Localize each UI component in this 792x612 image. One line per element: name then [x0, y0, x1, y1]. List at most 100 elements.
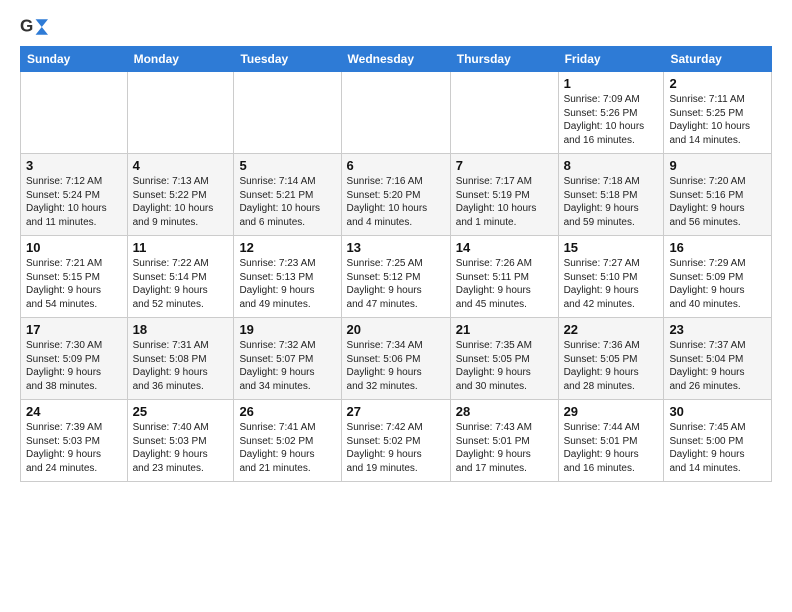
page-container: G SundayMondayTuesdayWednesdayThursdayFr…	[0, 0, 792, 492]
calendar-body: 1Sunrise: 7:09 AM Sunset: 5:26 PM Daylig…	[21, 72, 772, 482]
weekday-header-thursday: Thursday	[450, 47, 558, 72]
day-info: Sunrise: 7:31 AM Sunset: 5:08 PM Dayligh…	[133, 339, 229, 393]
calendar-header: SundayMondayTuesdayWednesdayThursdayFrid…	[21, 47, 772, 72]
day-info: Sunrise: 7:16 AM Sunset: 5:20 PM Dayligh…	[347, 175, 445, 229]
calendar-cell: 3 Sunrise: 7:12 AM Sunset: 5:24 PM Daylig…	[21, 154, 128, 236]
day-info: Sunrise: 7:42 AM Sunset: 5:02 PM Dayligh…	[347, 421, 445, 475]
day-number: 2	[669, 76, 766, 91]
calendar-cell: 19 Sunrise: 7:32 AM Sunset: 5:07 PM Dayli…	[234, 318, 341, 400]
calendar-week-4: 17 Sunrise: 7:30 AM Sunset: 5:09 PM Dayli…	[21, 318, 772, 400]
calendar-cell: 6Sunrise: 7:16 AM Sunset: 5:20 PM Daylig…	[341, 154, 450, 236]
day-info: Sunrise: 7:41 AM Sunset: 5:02 PM Dayligh…	[239, 421, 335, 475]
day-number: 14	[456, 240, 553, 255]
logo-icon: G	[20, 16, 48, 38]
day-info: Sunrise: 7:23 AM Sunset: 5:13 PM Dayligh…	[239, 257, 335, 311]
calendar-cell: 23 Sunrise: 7:37 AM Sunset: 5:04 PM Dayli…	[664, 318, 772, 400]
day-info: Sunrise: 7:37 AM Sunset: 5:04 PM Dayligh…	[669, 339, 766, 393]
day-info: Sunrise: 7:30 AM Sunset: 5:09 PM Dayligh…	[26, 339, 122, 393]
calendar-cell: 29 Sunrise: 7:44 AM Sunset: 5:01 PM Dayli…	[558, 400, 664, 482]
day-number: 28	[456, 404, 553, 419]
calendar-cell	[234, 72, 341, 154]
day-number: 15	[564, 240, 659, 255]
weekday-header-sunday: Sunday	[21, 47, 128, 72]
day-number: 20	[347, 322, 445, 337]
day-number: 9	[669, 158, 766, 173]
day-info: Sunrise: 7:34 AM Sunset: 5:06 PM Dayligh…	[347, 339, 445, 393]
calendar-cell	[341, 72, 450, 154]
calendar-week-3: 10Sunrise: 7:21 AM Sunset: 5:15 PM Dayli…	[21, 236, 772, 318]
calendar-cell: 1Sunrise: 7:09 AM Sunset: 5:26 PM Daylig…	[558, 72, 664, 154]
calendar-week-1: 1Sunrise: 7:09 AM Sunset: 5:26 PM Daylig…	[21, 72, 772, 154]
day-info: Sunrise: 7:12 AM Sunset: 5:24 PM Dayligh…	[26, 175, 122, 229]
calendar-cell: 24 Sunrise: 7:39 AM Sunset: 5:03 PM Dayli…	[21, 400, 128, 482]
header: G	[20, 16, 772, 38]
day-info: Sunrise: 7:09 AM Sunset: 5:26 PM Dayligh…	[564, 93, 659, 147]
day-info: Sunrise: 7:29 AM Sunset: 5:09 PM Dayligh…	[669, 257, 766, 311]
day-number: 25	[133, 404, 229, 419]
calendar-cell: 11Sunrise: 7:22 AM Sunset: 5:14 PM Dayli…	[127, 236, 234, 318]
calendar-cell: 5 Sunrise: 7:14 AM Sunset: 5:21 PM Daylig…	[234, 154, 341, 236]
calendar-cell: 21Sunrise: 7:35 AM Sunset: 5:05 PM Dayli…	[450, 318, 558, 400]
day-number: 17	[26, 322, 122, 337]
calendar-cell: 14 Sunrise: 7:26 AM Sunset: 5:11 PM Dayli…	[450, 236, 558, 318]
day-number: 23	[669, 322, 766, 337]
day-info: Sunrise: 7:17 AM Sunset: 5:19 PM Dayligh…	[456, 175, 553, 229]
day-info: Sunrise: 7:36 AM Sunset: 5:05 PM Dayligh…	[564, 339, 659, 393]
calendar-cell: 13 Sunrise: 7:25 AM Sunset: 5:12 PM Dayli…	[341, 236, 450, 318]
day-number: 8	[564, 158, 659, 173]
day-number: 18	[133, 322, 229, 337]
day-number: 19	[239, 322, 335, 337]
calendar-cell: 22 Sunrise: 7:36 AM Sunset: 5:05 PM Dayli…	[558, 318, 664, 400]
weekday-header-monday: Monday	[127, 47, 234, 72]
weekday-header-saturday: Saturday	[664, 47, 772, 72]
day-number: 22	[564, 322, 659, 337]
calendar-cell: 4 Sunrise: 7:13 AM Sunset: 5:22 PM Daylig…	[127, 154, 234, 236]
calendar-cell	[127, 72, 234, 154]
logo: G	[20, 16, 52, 38]
day-info: Sunrise: 7:26 AM Sunset: 5:11 PM Dayligh…	[456, 257, 553, 311]
weekday-row: SundayMondayTuesdayWednesdayThursdayFrid…	[21, 47, 772, 72]
day-info: Sunrise: 7:27 AM Sunset: 5:10 PM Dayligh…	[564, 257, 659, 311]
day-info: Sunrise: 7:45 AM Sunset: 5:00 PM Dayligh…	[669, 421, 766, 475]
calendar-cell: 7Sunrise: 7:17 AM Sunset: 5:19 PM Daylig…	[450, 154, 558, 236]
calendar-cell: 17 Sunrise: 7:30 AM Sunset: 5:09 PM Dayli…	[21, 318, 128, 400]
day-info: Sunrise: 7:13 AM Sunset: 5:22 PM Dayligh…	[133, 175, 229, 229]
calendar-cell: 20 Sunrise: 7:34 AM Sunset: 5:06 PM Dayli…	[341, 318, 450, 400]
svg-text:G: G	[20, 17, 33, 36]
calendar-cell: 16 Sunrise: 7:29 AM Sunset: 5:09 PM Dayli…	[664, 236, 772, 318]
day-number: 13	[347, 240, 445, 255]
calendar-cell: 2 Sunrise: 7:11 AM Sunset: 5:25 PM Daylig…	[664, 72, 772, 154]
day-info: Sunrise: 7:14 AM Sunset: 5:21 PM Dayligh…	[239, 175, 335, 229]
day-number: 12	[239, 240, 335, 255]
weekday-header-friday: Friday	[558, 47, 664, 72]
day-info: Sunrise: 7:44 AM Sunset: 5:01 PM Dayligh…	[564, 421, 659, 475]
day-number: 26	[239, 404, 335, 419]
calendar-cell	[450, 72, 558, 154]
day-number: 5	[239, 158, 335, 173]
day-number: 27	[347, 404, 445, 419]
day-number: 3	[26, 158, 122, 173]
day-info: Sunrise: 7:25 AM Sunset: 5:12 PM Dayligh…	[347, 257, 445, 311]
day-info: Sunrise: 7:39 AM Sunset: 5:03 PM Dayligh…	[26, 421, 122, 475]
day-number: 24	[26, 404, 122, 419]
day-number: 29	[564, 404, 659, 419]
day-number: 30	[669, 404, 766, 419]
calendar-cell: 30 Sunrise: 7:45 AM Sunset: 5:00 PM Dayli…	[664, 400, 772, 482]
day-number: 21	[456, 322, 553, 337]
calendar-cell: 12 Sunrise: 7:23 AM Sunset: 5:13 PM Dayli…	[234, 236, 341, 318]
calendar-cell: 8 Sunrise: 7:18 AM Sunset: 5:18 PM Daylig…	[558, 154, 664, 236]
day-info: Sunrise: 7:32 AM Sunset: 5:07 PM Dayligh…	[239, 339, 335, 393]
calendar-week-2: 3 Sunrise: 7:12 AM Sunset: 5:24 PM Daylig…	[21, 154, 772, 236]
day-number: 11	[133, 240, 229, 255]
day-number: 4	[133, 158, 229, 173]
day-info: Sunrise: 7:18 AM Sunset: 5:18 PM Dayligh…	[564, 175, 659, 229]
day-info: Sunrise: 7:20 AM Sunset: 5:16 PM Dayligh…	[669, 175, 766, 229]
calendar-cell: 10Sunrise: 7:21 AM Sunset: 5:15 PM Dayli…	[21, 236, 128, 318]
day-number: 16	[669, 240, 766, 255]
calendar-cell	[21, 72, 128, 154]
day-info: Sunrise: 7:11 AM Sunset: 5:25 PM Dayligh…	[669, 93, 766, 147]
calendar-cell: 28 Sunrise: 7:43 AM Sunset: 5:01 PM Dayli…	[450, 400, 558, 482]
calendar-cell: 15 Sunrise: 7:27 AM Sunset: 5:10 PM Dayli…	[558, 236, 664, 318]
day-info: Sunrise: 7:43 AM Sunset: 5:01 PM Dayligh…	[456, 421, 553, 475]
day-info: Sunrise: 7:40 AM Sunset: 5:03 PM Dayligh…	[133, 421, 229, 475]
